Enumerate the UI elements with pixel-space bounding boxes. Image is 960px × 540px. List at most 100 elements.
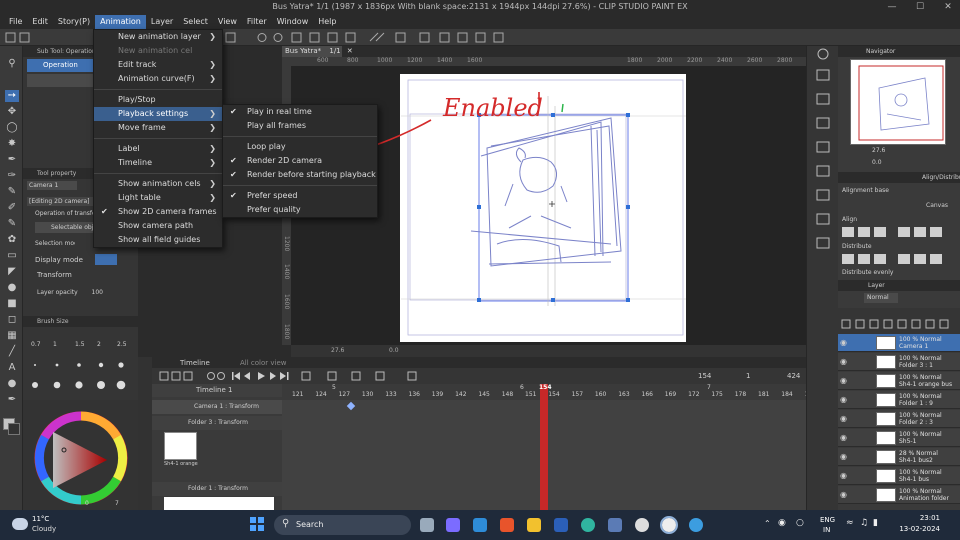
menu-item-label[interactable]: Label ❯ [94, 142, 222, 156]
navigator-zoom[interactable]: 27.6 [872, 147, 885, 154]
menu-animation[interactable]: Animation [95, 15, 146, 29]
tab-close-icon[interactable]: ✕ [347, 47, 353, 55]
blend-tool-icon[interactable]: ◤ [5, 266, 19, 278]
weather-cloud-icon[interactable] [12, 518, 28, 530]
right-strip-icons[interactable] [807, 46, 839, 510]
airbrush-tool-icon[interactable]: ✎ [5, 218, 19, 230]
sub-tool-object[interactable] [27, 74, 93, 87]
meet-icon[interactable] [446, 518, 460, 532]
submenu-item-render-2d-camera[interactable]: ✔ Render 2D camera [223, 154, 377, 168]
move-layer-tool-icon[interactable]: ✥ [5, 106, 19, 118]
close-button[interactable]: ✕ [936, 0, 960, 15]
weather-desc[interactable]: Cloudy [32, 525, 56, 533]
layer-row[interactable]: ◉ 100 % Normal Sh4-1 orange bus [838, 372, 960, 390]
maximize-button[interactable]: ☐ [908, 0, 932, 15]
layer-row[interactable]: ◉ 100 % Normal Folder 1 : 9 [838, 391, 960, 409]
text-tool-icon[interactable]: A [5, 362, 19, 374]
correct-line-tool-icon[interactable]: ✒ [5, 394, 19, 406]
task-view-icon[interactable] [420, 518, 434, 532]
figure-tool-icon[interactable]: ◻ [5, 314, 19, 326]
layer-row[interactable]: ◉ 100 % Normal Sh5-1 [838, 429, 960, 447]
layer-row[interactable]: ◉ 100 % Normal Animation folder [838, 486, 960, 504]
menu-item-edit-track[interactable]: Edit track ❯ [94, 58, 222, 72]
lang-secondary[interactable]: IN [823, 526, 830, 534]
menu-select[interactable]: Select [178, 15, 213, 29]
timeline-name[interactable]: Timeline 1 [152, 384, 282, 397]
eye-icon[interactable]: ◉ [840, 414, 847, 423]
menu-edit[interactable]: Edit [27, 15, 53, 29]
eyedropper-tool-icon[interactable]: ✒ [5, 154, 19, 166]
edge-icon[interactable] [581, 518, 595, 532]
chevron-up-icon[interactable]: ⌃ [764, 519, 771, 528]
windows-start-icon[interactable] [250, 517, 264, 531]
menu-layer[interactable]: Layer [146, 15, 178, 29]
auto-select-tool-icon[interactable]: ✸ [5, 138, 19, 150]
layer-toolbar-icons[interactable] [838, 308, 960, 334]
playhead[interactable]: 154 [539, 384, 552, 510]
timeline-frame-start[interactable]: 1 [746, 372, 750, 380]
sub-tool-operation[interactable]: Operation [27, 59, 93, 72]
layer-row[interactable]: ◉ 100 % Normal Folder 3 : 1 [838, 353, 960, 371]
menu-item-new-animation-cel[interactable]: New animation cel [94, 44, 222, 58]
menu-item-show-2d-camera-frames[interactable]: ✔ Show 2D camera frames [94, 205, 222, 219]
layer-opacity-value[interactable]: 100 [83, 288, 103, 297]
eye-icon[interactable]: ◉ [840, 357, 847, 366]
operation-tool-icon[interactable]: ➙ [5, 90, 19, 102]
canvas-tab[interactable]: Bus Yatra* 1/1 ✕ [282, 46, 353, 57]
clip-studio-paint-icon[interactable] [660, 516, 678, 534]
weather-temp[interactable]: 11°C [32, 515, 49, 523]
decoration-tool-icon[interactable]: ✿ [5, 234, 19, 246]
layer-row[interactable]: ◉ 100 % Normal Camera 1 [838, 334, 960, 352]
menu-item-playback-settings[interactable]: Playback settings ❯ [94, 107, 222, 121]
menu-file[interactable]: File [4, 15, 27, 29]
submenu-item-loop-play[interactable]: Loop play [223, 140, 377, 154]
brush-tool-icon[interactable]: ✐ [5, 202, 19, 214]
display-mode-button[interactable] [95, 254, 117, 265]
pen-tool-icon[interactable]: ✑ [5, 170, 19, 182]
menu-item-play-stop[interactable]: Play/Stop [94, 93, 222, 107]
menu-item-light-table[interactable]: Light table ❯ [94, 191, 222, 205]
brave-icon[interactable] [500, 518, 514, 532]
clip-studio-icon[interactable] [635, 518, 649, 532]
volume-icon[interactable]: ♫ [860, 518, 868, 528]
submenu-item-render-before-starting-playback[interactable]: ✔ Render before starting playback [223, 168, 377, 182]
fill-tool-icon[interactable]: ● [5, 282, 19, 294]
selectable-objects-button[interactable]: Selectable objects [35, 222, 93, 233]
minimize-button[interactable]: — [880, 0, 904, 15]
balloon-tool-icon[interactable]: ● [5, 378, 19, 390]
lasso-tool-icon[interactable]: ◯ [5, 122, 19, 134]
timeline-frame-current[interactable]: 154 [698, 372, 711, 380]
eye-icon[interactable]: ◉ [840, 433, 847, 442]
word-icon[interactable] [554, 518, 568, 532]
menu-item-show-animation-cels[interactable]: Show animation cels ❯ [94, 177, 222, 191]
menu-item-animation-curve-f[interactable]: Animation curve(F) ❯ [94, 72, 222, 86]
navigator-angle[interactable]: 0.0 [872, 159, 882, 166]
layer-row[interactable]: ◉ 100 % Normal Folder 2 : 3 [838, 410, 960, 428]
sub-color-swatch[interactable] [8, 423, 20, 435]
browser-icon[interactable] [689, 518, 703, 532]
menu-item-show-all-field-guides[interactable]: Show all field guides [94, 233, 222, 247]
align-buttons[interactable] [838, 224, 960, 284]
lang-primary[interactable]: ENG [820, 516, 835, 524]
battery-icon[interactable]: ▮ [873, 518, 878, 528]
menu-item-new-animation-layer[interactable]: New animation layer ❯ [94, 30, 222, 44]
menu-window[interactable]: Window [272, 15, 314, 29]
pencil-tool-icon[interactable]: ✎ [5, 186, 19, 198]
eye-icon[interactable]: ◉ [840, 395, 847, 404]
eraser-tool-icon[interactable]: ▭ [5, 250, 19, 262]
navigator-preview[interactable] [850, 59, 946, 145]
blend-mode-select[interactable]: Normal [864, 293, 898, 303]
cel-thumbnail[interactable] [164, 432, 197, 460]
eye-icon[interactable]: ◉ [840, 490, 847, 499]
track-folder1[interactable]: Folder 1 : Transform [152, 482, 282, 496]
track-camera[interactable]: Camera 1 : Transform [152, 400, 282, 414]
layer-row[interactable]: ◉ 28 % Normal Sh4-1 bus2 [838, 448, 960, 466]
clock-time[interactable]: 23:01 [900, 514, 940, 522]
timeline-frame-end[interactable]: 424 [787, 372, 800, 380]
submenu-item-prefer-speed[interactable]: ✔ Prefer speed [223, 189, 377, 203]
menu-story[interactable]: Story(P) [53, 15, 95, 29]
gradient-tool-icon[interactable]: ■ [5, 298, 19, 310]
tray-icon-b[interactable]: ○ [796, 518, 804, 528]
eye-icon[interactable]: ◉ [840, 471, 847, 480]
menu-item-move-frame[interactable]: Move frame ❯ [94, 121, 222, 135]
